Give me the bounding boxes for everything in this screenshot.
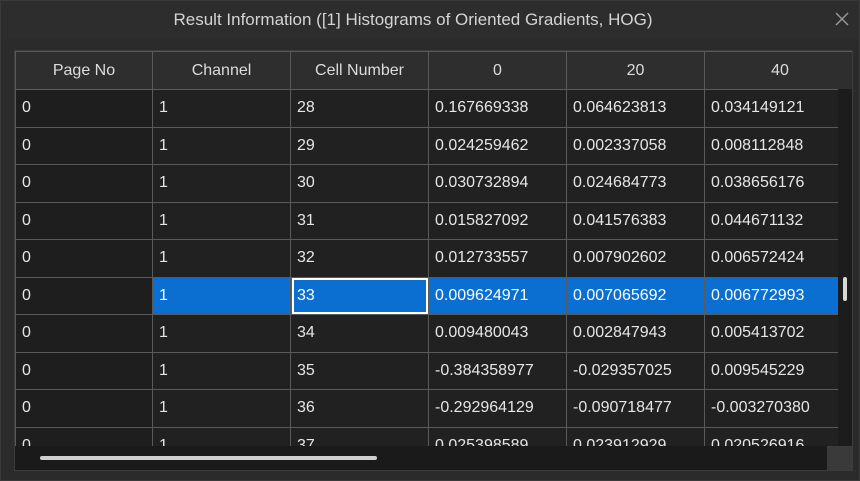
cell-bin-40[interactable]: 0.034149121 — [704, 89, 852, 128]
cell-bin-20[interactable]: 0.064623813 — [566, 89, 705, 128]
cell-cell-number[interactable]: 29 — [290, 126, 429, 165]
table-row[interactable]: 0 1 28 0.167669338 0.064623813 0.0341491… — [15, 89, 852, 128]
cell-bin-0[interactable]: 0.009624971 — [428, 276, 567, 315]
close-icon[interactable] — [833, 10, 851, 28]
table-row[interactable]: 0 1 30 0.030732894 0.024684773 0.0386561… — [15, 164, 852, 203]
cell-cell-number[interactable]: 34 — [290, 314, 429, 353]
cell-page-no[interactable]: 0 — [15, 276, 153, 315]
cell-channel[interactable]: 1 — [152, 351, 291, 390]
table-row[interactable]: 0 1 36 -0.292964129 -0.090718477 -0.0032… — [15, 389, 852, 428]
cell-bin-0[interactable]: 0.015827092 — [428, 201, 567, 240]
cell-bin-40[interactable]: 0.008112848 — [704, 126, 852, 165]
cell-channel[interactable]: 1 — [152, 314, 291, 353]
column-header-cell-number[interactable]: Cell Number — [290, 51, 429, 90]
table-row[interactable]: 0 1 32 0.012733557 0.007902602 0.0065724… — [15, 239, 852, 278]
cell-bin-0[interactable]: -0.292964129 — [428, 389, 567, 428]
cell-bin-20[interactable]: 0.007065692 — [566, 276, 705, 315]
cell-bin-40[interactable]: 0.038656176 — [704, 164, 852, 203]
table-row-selected[interactable]: 0 1 33 0.009624971 0.007065692 0.0067729… — [15, 276, 852, 315]
horizontal-scrollbar-thumb[interactable] — [40, 456, 377, 460]
cell-cell-number-current[interactable]: 33 — [290, 276, 429, 315]
cell-bin-0[interactable]: 0.012733557 — [428, 239, 567, 278]
cell-page-no[interactable]: 0 — [15, 351, 153, 390]
result-grid[interactable]: Page No Channel Cell Number 0 20 40 0 1 … — [14, 50, 853, 471]
cell-page-no[interactable]: 0 — [15, 164, 153, 203]
cell-channel[interactable]: 1 — [152, 276, 291, 315]
cell-bin-20[interactable]: -0.090718477 — [566, 389, 705, 428]
cell-bin-20[interactable]: 0.002337058 — [566, 126, 705, 165]
column-header-page-no[interactable]: Page No — [15, 51, 153, 90]
cell-bin-20[interactable]: 0.002847943 — [566, 314, 705, 353]
window-title: Result Information ([1] Histograms of Or… — [173, 10, 653, 29]
cell-bin-40[interactable]: 0.044671132 — [704, 201, 852, 240]
cell-bin-20[interactable]: 0.041576383 — [566, 201, 705, 240]
cell-page-no[interactable]: 0 — [15, 239, 153, 278]
column-header-bin-40[interactable]: 40 — [704, 51, 852, 90]
cell-bin-0[interactable]: 0.024259462 — [428, 126, 567, 165]
cell-bin-0[interactable]: 0.030732894 — [428, 164, 567, 203]
vertical-scrollbar-thumb[interactable] — [843, 277, 847, 301]
cell-channel[interactable]: 1 — [152, 389, 291, 428]
cell-bin-20[interactable]: 0.024684773 — [566, 164, 705, 203]
cell-bin-0[interactable]: 0.167669338 — [428, 89, 567, 128]
column-header-channel[interactable]: Channel — [152, 51, 291, 90]
cell-bin-40[interactable]: 0.009545229 — [704, 351, 852, 390]
cell-cell-number[interactable]: 30 — [290, 164, 429, 203]
cell-channel[interactable]: 1 — [152, 239, 291, 278]
vertical-scrollbar[interactable] — [838, 89, 852, 470]
column-header-bin-0[interactable]: 0 — [428, 51, 567, 90]
cell-channel[interactable]: 1 — [152, 126, 291, 165]
cell-channel[interactable]: 1 — [152, 89, 291, 128]
cell-page-no[interactable]: 0 — [15, 314, 153, 353]
cell-page-no[interactable]: 0 — [15, 89, 153, 128]
column-header-bin-20[interactable]: 20 — [566, 51, 705, 90]
cell-bin-20[interactable]: -0.029357025 — [566, 351, 705, 390]
cell-bin-40[interactable]: 0.006572424 — [704, 239, 852, 278]
cell-cell-number[interactable]: 28 — [290, 89, 429, 128]
cell-page-no[interactable]: 0 — [15, 389, 153, 428]
table-row[interactable]: 0 1 31 0.015827092 0.041576383 0.0446711… — [15, 201, 852, 240]
cell-bin-20[interactable]: 0.007902602 — [566, 239, 705, 278]
cell-cell-number[interactable]: 35 — [290, 351, 429, 390]
cell-bin-40[interactable]: -0.003270380 — [704, 389, 852, 428]
cell-channel[interactable]: 1 — [152, 201, 291, 240]
title-bar[interactable]: Result Information ([1] Histograms of Or… — [1, 1, 859, 39]
scrollbar-corner — [827, 446, 852, 470]
cell-bin-40[interactable]: 0.005413702 — [704, 314, 852, 353]
cell-bin-0[interactable]: 0.009480043 — [428, 314, 567, 353]
table-row[interactable]: 0 1 34 0.009480043 0.002847943 0.0054137… — [15, 314, 852, 353]
table-row[interactable]: 0 1 29 0.024259462 0.002337058 0.0081128… — [15, 126, 852, 165]
cell-bin-0[interactable]: -0.384358977 — [428, 351, 567, 390]
cell-bin-40[interactable]: 0.006772993 — [704, 276, 852, 315]
horizontal-scrollbar[interactable] — [15, 446, 827, 470]
cell-page-no[interactable]: 0 — [15, 201, 153, 240]
result-information-window: Result Information ([1] Histograms of Or… — [0, 0, 860, 481]
cell-channel[interactable]: 1 — [152, 164, 291, 203]
cell-cell-number[interactable]: 36 — [290, 389, 429, 428]
cell-cell-number[interactable]: 31 — [290, 201, 429, 240]
cell-cell-number[interactable]: 32 — [290, 239, 429, 278]
result-table: Page No Channel Cell Number 0 20 40 0 1 … — [15, 51, 852, 465]
header-row: Page No Channel Cell Number 0 20 40 — [15, 51, 852, 90]
table-row[interactable]: 0 1 35 -0.384358977 -0.029357025 0.00954… — [15, 351, 852, 390]
cell-page-no[interactable]: 0 — [15, 126, 153, 165]
